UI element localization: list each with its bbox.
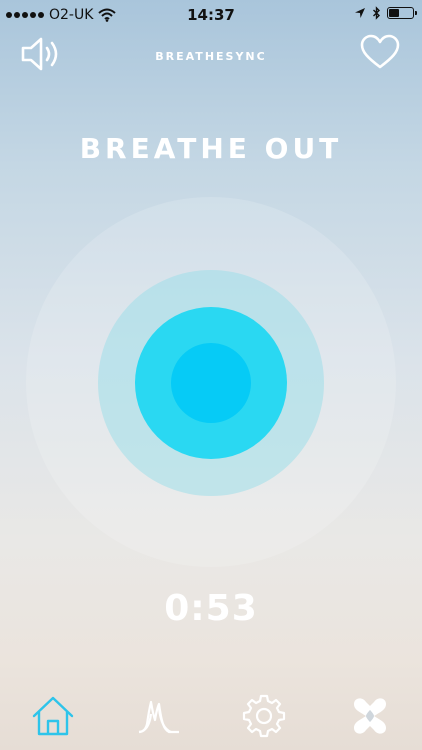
- pulse-chart-icon: [138, 700, 179, 734]
- breathing-core: [171, 343, 251, 423]
- session-timer: 0:53: [164, 588, 258, 629]
- tab-settings[interactable]: [242, 694, 286, 738]
- tab-home[interactable]: [31, 694, 75, 738]
- breathing-visualizer: [0, 0, 422, 750]
- tab-brand[interactable]: [348, 694, 392, 738]
- tab-stats[interactable]: [137, 694, 181, 738]
- gear-icon: [242, 694, 286, 738]
- tab-bar: [0, 680, 422, 750]
- home-icon: [32, 696, 74, 736]
- heart-logo-icon: [354, 698, 386, 734]
